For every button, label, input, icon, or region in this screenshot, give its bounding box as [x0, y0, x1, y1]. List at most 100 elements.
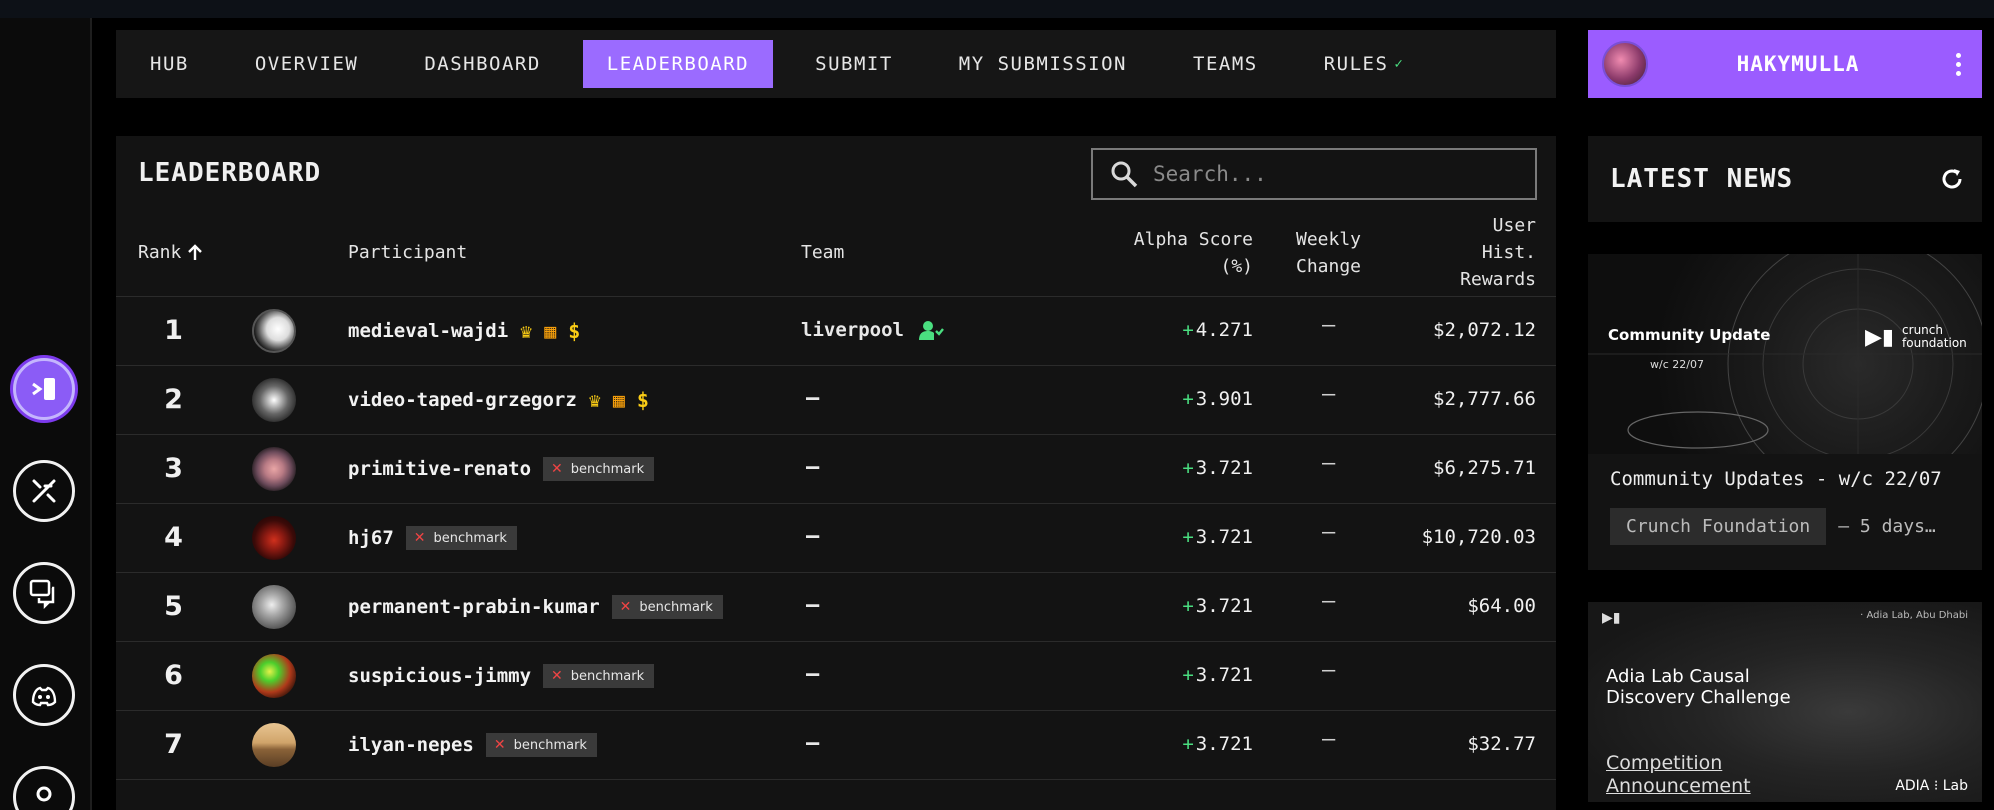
nav-submit-label: SUBMIT	[815, 53, 893, 75]
alpha-score-value: 3.721	[1195, 733, 1253, 755]
kebab-menu-icon[interactable]	[1948, 52, 1968, 76]
news-image-graphic	[1588, 254, 1982, 454]
news-card[interactable]: Community Update w/c 22/07 ▶▮ crunch foun…	[1588, 254, 1982, 570]
plus-icon: +	[1182, 388, 1194, 410]
participant-avatar[interactable]	[252, 447, 296, 491]
table-row[interactable]: 4 hj67 ✕ benchmark — +3.721 — $10,720.03	[116, 504, 1556, 573]
nav-submit[interactable]: SUBMIT	[791, 40, 917, 88]
alpha-score-cell: +3.721	[1182, 595, 1253, 617]
participant-avatar[interactable]	[252, 723, 296, 767]
leaderboard-title: LEADERBOARD	[138, 158, 322, 188]
crunch-logo-mark-icon: ▶▮	[1865, 324, 1895, 350]
rewards-header[interactable]: User Hist. Rewards	[1460, 212, 1536, 293]
latest-news-header: LATEST NEWS	[1588, 136, 1982, 222]
table-row[interactable]: 5 permanent-prabin-kumar ✕ benchmark — +3…	[116, 573, 1556, 642]
nav-teams-label: TEAMS	[1193, 53, 1258, 75]
participant-name: ilyan-nepes	[348, 734, 474, 756]
participant-avatar[interactable]	[252, 585, 296, 629]
team-cell: —	[806, 386, 820, 411]
participant-cell[interactable]: permanent-prabin-kumar ✕ benchmark	[348, 595, 723, 619]
crunch-logo-line2: foundation	[1902, 336, 1967, 350]
nav-overview-label: OVERVIEW	[254, 53, 359, 75]
news-caption[interactable]: Community Updates - w/c 22/07	[1610, 468, 1942, 490]
crunch-logo-line1: crunch	[1902, 323, 1943, 337]
team-cell: —	[806, 455, 820, 480]
news-source-chip[interactable]: Crunch Foundation	[1610, 508, 1827, 545]
alpha-score-header-line1: Alpha Score	[1133, 229, 1253, 250]
sort-arrow-up-icon[interactable]	[185, 243, 205, 263]
table-row[interactable]: 7 ilyan-nepes ✕ benchmark — +3.721 — $32.…	[116, 711, 1556, 780]
search-input[interactable]	[1153, 162, 1513, 186]
weekly-change-cell: —	[1322, 589, 1336, 614]
nav-hub[interactable]: HUB	[126, 40, 213, 88]
benchmark-badge: ✕ benchmark	[485, 733, 597, 757]
alpha-score-value: 4.271	[1195, 319, 1253, 341]
team-cell[interactable]: liverpool	[801, 319, 944, 341]
participant-avatar[interactable]	[252, 309, 296, 353]
nav-dashboard[interactable]: DASHBOARD	[400, 40, 564, 88]
weekly-change-cell: —	[1322, 520, 1336, 545]
participant-avatar[interactable]	[252, 516, 296, 560]
plus-icon: +	[1182, 526, 1194, 548]
table-row[interactable]: 3 primitive-renato ✕ benchmark — +3.721 —…	[116, 435, 1556, 504]
table-row[interactable]: 6 suspicious-jimmy ✕ benchmark — +3.721 —	[116, 642, 1556, 711]
top-nav: HUB OVERVIEW DASHBOARD LEADERBOARD SUBMI…	[116, 30, 1556, 98]
reward-cell: $10,720.03	[1421, 526, 1536, 548]
nav-overview[interactable]: OVERVIEW	[231, 40, 383, 88]
participant-cell[interactable]: ilyan-nepes ✕ benchmark	[348, 733, 597, 757]
alpha-score-value: 3.721	[1195, 664, 1253, 686]
nav-rules[interactable]: RULES ✓	[1300, 40, 1429, 88]
participant-cell[interactable]: suspicious-jimmy ✕ benchmark	[348, 664, 655, 688]
weekly-change-header[interactable]: Weekly Change	[1296, 226, 1361, 280]
news-card-2-title: Adia Lab Causal Discovery Challenge	[1606, 666, 1791, 708]
cross-icon: ✕	[413, 530, 426, 546]
weekly-change-header-line1: Weekly	[1296, 229, 1362, 250]
certificate-icon: ▦	[612, 388, 625, 412]
nav-leaderboard[interactable]: LEADERBOARD	[582, 40, 774, 88]
check-icon: ✓	[1394, 56, 1405, 72]
participant-name: medieval-wajdi	[348, 320, 509, 342]
news-card-2-announcement-text: Competition Announcement	[1606, 752, 1751, 797]
alpha-score-cell: +3.721	[1182, 664, 1253, 686]
avatar[interactable]	[1602, 41, 1648, 87]
participant-cell[interactable]: hj67 ✕ benchmark	[348, 526, 517, 550]
reward-cell: $64.00	[1467, 595, 1536, 617]
refresh-icon[interactable]	[1922, 166, 1982, 192]
nav-teams[interactable]: TEAMS	[1169, 40, 1282, 88]
news-card-2[interactable]: ▶▮ · Adia Lab, Abu Dhabi Adia Lab Causal…	[1588, 602, 1982, 802]
user-box[interactable]: HAKYMULLA	[1588, 30, 1982, 98]
participant-cell[interactable]: video-taped-grzegorz ♛ ▦ $	[348, 388, 649, 412]
latest-news-title: LATEST NEWS	[1610, 164, 1794, 194]
nav-my-submission[interactable]: MY SUBMISSION	[935, 40, 1151, 88]
participant-name: suspicious-jimmy	[348, 665, 532, 687]
rank-cell: 1	[164, 315, 183, 346]
participant-avatar[interactable]	[252, 654, 296, 698]
forum-icon[interactable]	[13, 562, 75, 624]
account-icon[interactable]	[13, 766, 75, 810]
alpha-score-header[interactable]: Alpha Score (%)	[1134, 226, 1253, 280]
table-row[interactable]: 1 medieval-wajdi ♛ ▦ $ liverpool +4.271 …	[116, 297, 1556, 366]
alpha-score-cell: +3.901	[1182, 388, 1253, 410]
discord-icon[interactable]	[13, 664, 75, 726]
nav-dashboard-label: DASHBOARD	[424, 53, 541, 75]
competition-icon[interactable]	[13, 358, 75, 420]
weekly-change-cell: —	[1322, 382, 1336, 407]
plus-icon: +	[1182, 664, 1194, 686]
benchmark-badge: ✕ benchmark	[543, 457, 655, 481]
rank-cell: 5	[164, 591, 183, 622]
news-image[interactable]: Community Update w/c 22/07 ▶▮ crunch foun…	[1588, 254, 1982, 454]
crown-icon: ♛	[520, 319, 533, 343]
participant-cell[interactable]: medieval-wajdi ♛ ▦ $	[348, 319, 580, 343]
participant-name: hj67	[348, 527, 394, 549]
team-header: Team	[801, 242, 845, 263]
rank-header[interactable]: Rank	[138, 239, 205, 266]
search-box[interactable]	[1091, 148, 1537, 200]
rewards-header-line2: Hist.	[1481, 242, 1536, 263]
participant-cell[interactable]: primitive-renato ✕ benchmark	[348, 457, 655, 481]
table-row[interactable]: 2 video-taped-grzegorz ♛ ▦ $ — +3.901 — …	[116, 366, 1556, 435]
tools-glyph	[32, 479, 56, 503]
tools-icon[interactable]	[13, 460, 75, 522]
rank-header-label: Rank	[138, 242, 182, 263]
participant-avatar[interactable]	[252, 378, 296, 422]
alpha-score-value: 3.721	[1195, 526, 1253, 548]
